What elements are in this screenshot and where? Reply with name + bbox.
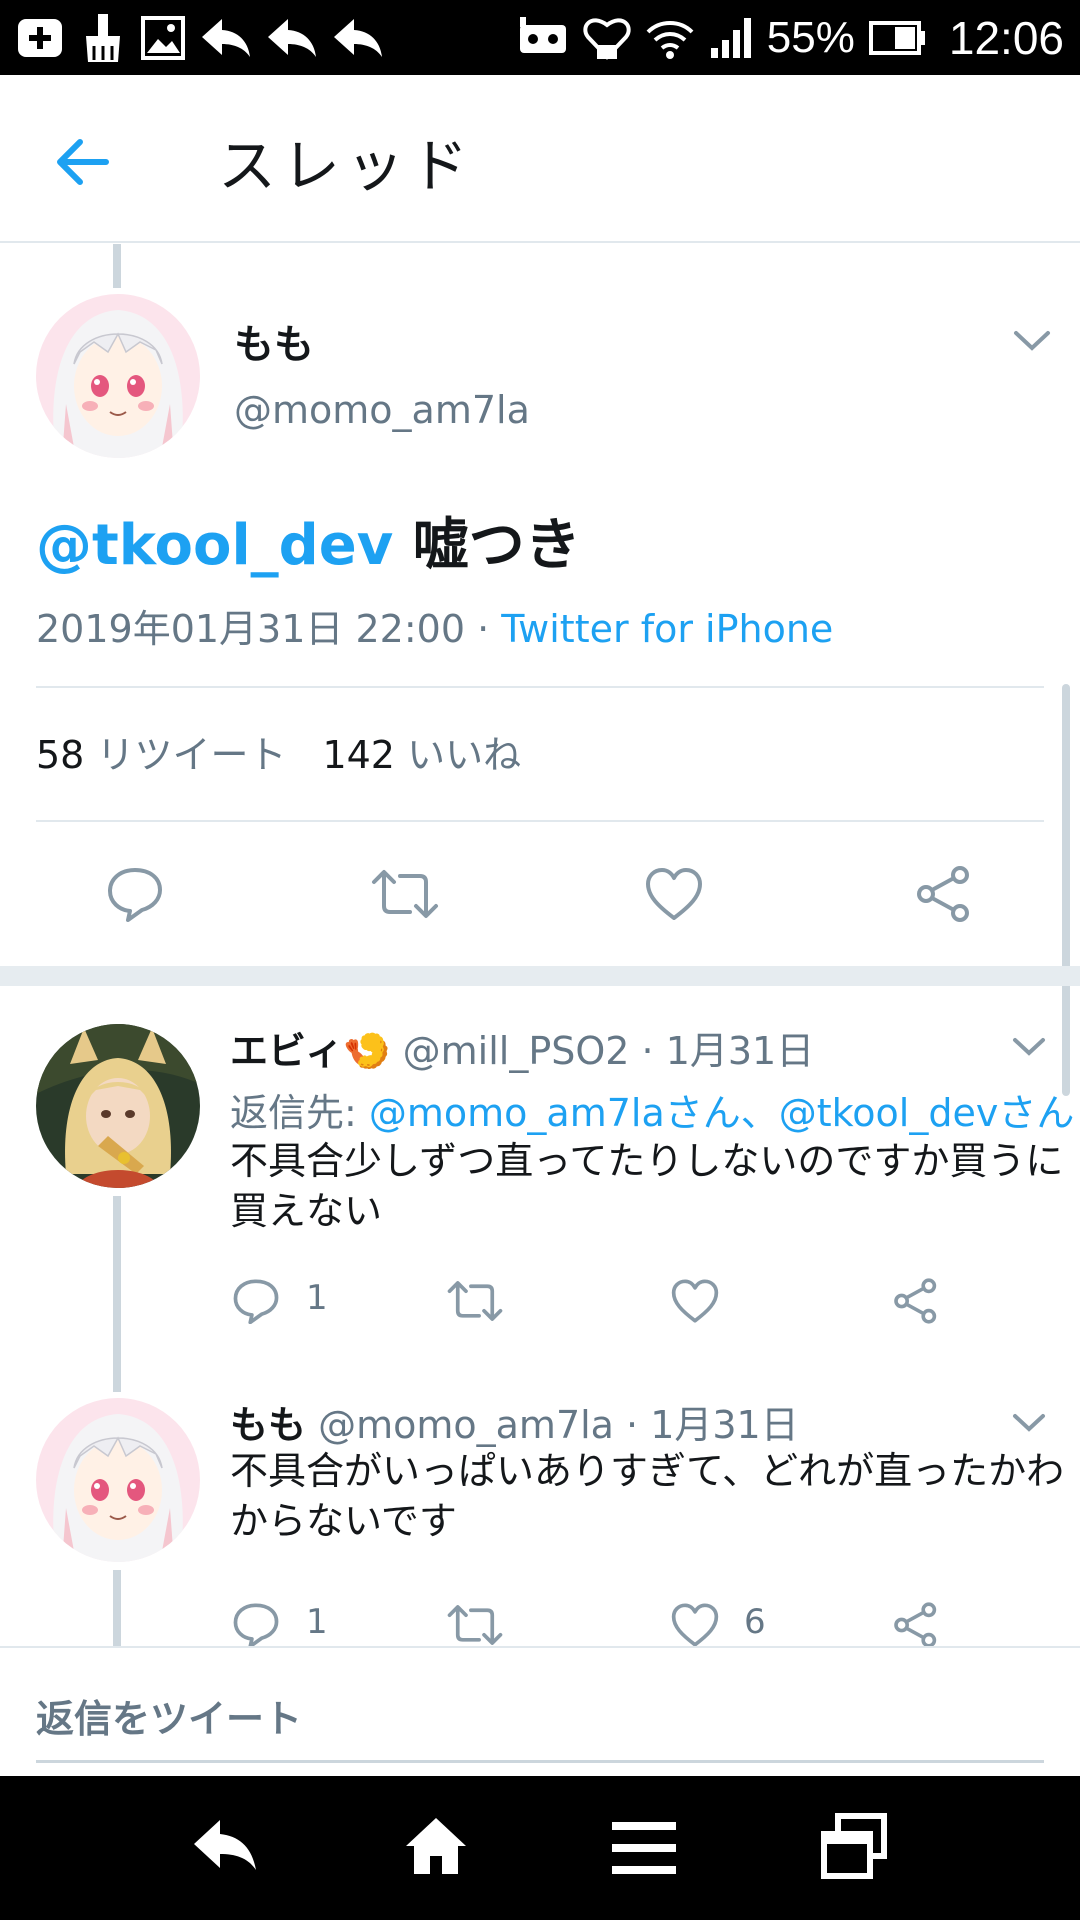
nav-menu-icon[interactable] (612, 1822, 676, 1874)
user-handle[interactable]: @momo_am7la (318, 1403, 614, 1447)
thread-line (113, 244, 121, 288)
reply-icon[interactable] (106, 866, 164, 922)
client-link[interactable]: Twitter for iPhone (501, 607, 833, 651)
tweet-text: 不具合少しずつ直ってたりしないのですか買うに買えない (230, 1139, 1064, 1233)
vr-icon (517, 15, 569, 61)
wifi-icon (645, 16, 695, 60)
nav-recents-icon[interactable] (820, 1812, 888, 1880)
user-handle[interactable]: @mill_PSO2 (403, 1029, 630, 1073)
like-count[interactable]: 6 (744, 1602, 766, 1642)
tweet-meta: 2019年01月31日 22:00 · Twitter for iPhone (36, 598, 833, 653)
like-count[interactable]: 142 (322, 733, 395, 777)
health-icon (583, 15, 631, 61)
share-icon[interactable] (892, 1602, 940, 1648)
system-nav-bar (0, 1776, 1080, 1920)
display-name[interactable]: もも (234, 312, 314, 370)
reply-to-mentions[interactable]: @momo_am7laさん、@tkool_devさん (369, 1091, 1074, 1135)
reply-to: 返信先: @momo_am7laさん、@tkool_devさん (230, 1082, 1074, 1137)
input-underline (36, 1760, 1044, 1763)
avatar[interactable] (36, 1398, 200, 1562)
reply-icon[interactable] (232, 1278, 280, 1324)
reply-count[interactable]: 1 (306, 1278, 328, 1318)
section-separator (0, 966, 1080, 986)
scrollbar-thumb[interactable] (1062, 684, 1070, 1096)
battery-icon (868, 20, 927, 55)
clock: 12:06 (948, 11, 1064, 64)
display-name[interactable]: もも (230, 1403, 306, 1447)
heart-icon[interactable] (644, 866, 704, 922)
reply-notification-icon (266, 15, 318, 61)
chevron-down-icon[interactable] (1012, 1036, 1046, 1058)
reply-date: · 1月31日 (613, 1403, 799, 1447)
reply-icon[interactable] (232, 1602, 280, 1648)
back-arrow-icon[interactable] (52, 132, 112, 192)
retweet-icon[interactable] (370, 866, 440, 922)
reply-count[interactable]: 1 (306, 1602, 328, 1642)
page-title: スレッド (218, 132, 475, 200)
status-bar: 55% 12:06 (0, 0, 1080, 75)
tweet-stats: 58 リツイート 142 いいね (36, 724, 521, 779)
reply-date: · 1月31日 (629, 1029, 815, 1073)
thread-line (113, 1196, 121, 1392)
add-notification-icon (16, 15, 66, 61)
reply-input[interactable]: 返信をツイート (36, 1688, 302, 1743)
nav-home-icon[interactable] (404, 1814, 468, 1878)
reply-notification-icon (332, 15, 384, 61)
battery-percent: 55% (766, 12, 855, 62)
display-name[interactable]: エビィ🍤 (230, 1029, 391, 1073)
top-bar: スレッド (0, 75, 1080, 243)
like-label[interactable]: いいね (395, 733, 521, 777)
divider (36, 820, 1044, 822)
compose-bar[interactable]: 返信をツイート (0, 1646, 1080, 1776)
cleaner-icon (80, 12, 126, 64)
heart-icon[interactable] (670, 1278, 720, 1324)
share-icon[interactable] (892, 1278, 940, 1324)
thread-line (113, 1570, 121, 1646)
divider (36, 686, 1044, 688)
avatar[interactable] (36, 1024, 200, 1188)
reply-to-label: 返信先: (230, 1091, 369, 1135)
reply-notification-icon (200, 15, 252, 61)
chevron-down-icon[interactable] (1012, 328, 1052, 354)
retweet-icon[interactable] (446, 1278, 504, 1324)
retweet-icon[interactable] (446, 1602, 504, 1648)
heart-icon[interactable] (670, 1602, 720, 1648)
chevron-down-icon[interactable] (1012, 1412, 1046, 1434)
signal-icon (709, 16, 753, 60)
tweet-body: 嘘つき (393, 513, 581, 578)
share-icon[interactable] (914, 866, 974, 922)
tweet-text: 不具合がいっぱいありすぎて、どれが直ったかわからないです (230, 1449, 1065, 1543)
avatar[interactable] (36, 294, 200, 458)
nav-back-icon[interactable] (190, 1816, 260, 1876)
retweet-label[interactable]: リツイート (84, 733, 286, 777)
image-icon (140, 15, 186, 61)
retweet-count[interactable]: 58 (36, 733, 84, 777)
reply-header: もも @momo_am7la · 1月31日 (230, 1394, 799, 1449)
timestamp: 2019年01月31日 22:00 · (36, 607, 502, 651)
reply-header: エビィ🍤 @mill_PSO2 · 1月31日 (230, 1020, 814, 1075)
user-handle[interactable]: @momo_am7la (234, 388, 530, 432)
tweet-text: @tkool_dev 嘘つき (36, 500, 581, 581)
mention-link[interactable]: @tkool_dev (36, 513, 393, 578)
